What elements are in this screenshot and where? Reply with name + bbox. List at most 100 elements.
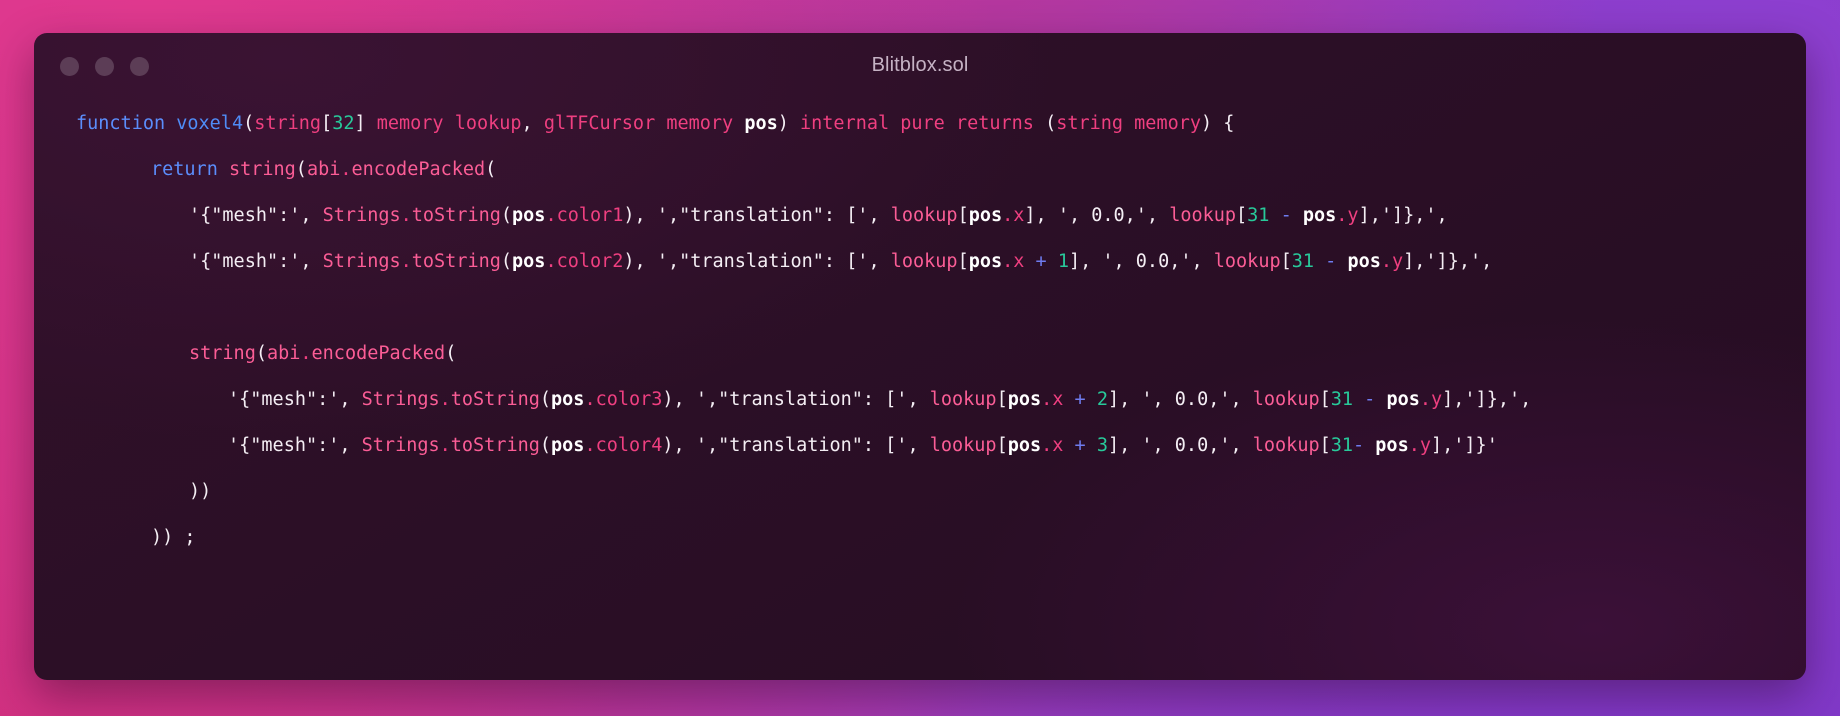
code-token-str: ],']}' [1431, 435, 1498, 456]
code-token-num: 31 [1330, 389, 1354, 410]
code-token-var: pos [1007, 389, 1042, 410]
code-token-ident: lookup [1252, 389, 1320, 410]
code-token-str: ',"translation": [', [656, 251, 891, 272]
code-token-ident: lookup [929, 389, 997, 410]
code-token-ident: lookup [890, 205, 958, 226]
code-token-ident: abi [306, 159, 341, 180]
code-token-ident: lookup [1252, 435, 1320, 456]
code-token-ident: string [228, 159, 296, 180]
code-token-str: ],']},', [1358, 205, 1448, 226]
code-token-var: pos [1375, 435, 1409, 456]
code-line: '{"mesh":', Strings.toString(pos.color4)… [34, 423, 1806, 469]
code-token-punct: ( [500, 205, 513, 226]
code-token-ident: lookup [890, 251, 958, 272]
code-token-op: + [1074, 435, 1086, 456]
code-token-ident: Strings [322, 251, 401, 272]
code-token-num: 3 [1096, 435, 1108, 456]
code-token-var: pos [1347, 251, 1381, 272]
code-token-fn: voxel4 [176, 113, 244, 134]
code-token-ident: lookup [1213, 251, 1281, 272]
window-titlebar: Blitblox.sol [34, 33, 1806, 101]
code-token-type: glTFCursor memory [532, 113, 745, 134]
code-token-prop: . [400, 251, 412, 272]
code-token-ident: toString [411, 251, 501, 272]
code-token-type: string [254, 113, 322, 134]
code-token-ident: toString [450, 435, 540, 456]
code-token-op: + [1035, 251, 1047, 272]
code-token-punct: [ [996, 389, 1008, 410]
code-token-type: internal pure returns [788, 113, 1046, 134]
code-editor[interactable]: function voxel4(string[32] memory lookup… [34, 101, 1806, 561]
code-token-punct: ) [777, 113, 789, 134]
code-token-kw: function [76, 113, 166, 134]
code-token-prop: .color3 [584, 389, 663, 410]
code-token-num: 1 [1057, 251, 1069, 272]
code-token-prop: .y [1336, 205, 1359, 226]
code-line: )) ; [34, 515, 1806, 561]
code-token-punct: ), [623, 251, 657, 272]
code-token-prop: . [439, 435, 451, 456]
code-token-str: ],']},', [1403, 251, 1493, 272]
code-token-str: '{"mesh":', [228, 389, 362, 410]
code-token-ident: string [189, 343, 256, 364]
code-token-ident: toString [450, 389, 540, 410]
code-token-op: - [1280, 205, 1292, 226]
code-token-str: ], ', 0.0,', [1107, 435, 1253, 456]
code-token-punct: ( [500, 251, 513, 272]
code-token-prop: .color1 [545, 205, 624, 226]
code-token-op: - [1325, 251, 1337, 272]
code-token-punct: ), [662, 435, 696, 456]
code-token-op: + [1074, 389, 1086, 410]
code-token-var: pos [1302, 205, 1337, 226]
code-token-var: pos [968, 205, 1003, 226]
code-token-str: '{"mesh":', [228, 435, 362, 456]
code-token-punct: ( [243, 113, 255, 134]
code-token-punct: [ [996, 435, 1008, 456]
code-token-str: ],']},', [1442, 389, 1532, 410]
code-token-var: pos [551, 389, 585, 410]
code-token-num: 32 [332, 113, 355, 134]
code-token-str: ',"translation": [', [695, 435, 930, 456]
code-token-str: ',"translation": [', [695, 389, 930, 410]
code-token-num: 31 [1291, 251, 1315, 272]
code-token-punct: ( [445, 343, 457, 364]
code-token-prop: . [400, 205, 412, 226]
code-token-var: pos [512, 205, 546, 226]
code-token-ident: encodePacked [311, 343, 446, 364]
code-token-str: ',"translation": [', [656, 205, 891, 226]
code-token-prop: .y [1380, 251, 1404, 272]
code-token-var: pos [512, 251, 546, 272]
code-token-ident: abi [266, 343, 301, 364]
code-token-punct: ] [354, 113, 366, 134]
code-token-prop: .y [1419, 389, 1443, 410]
desktop-backdrop: Blitblox.sol function voxel4(string[32] … [0, 0, 1840, 716]
code-token-punct: [ [321, 113, 333, 134]
code-token-prop: .x [1002, 205, 1025, 226]
code-window: Blitblox.sol function voxel4(string[32] … [34, 33, 1806, 680]
code-token-prop: .x [1002, 251, 1025, 272]
code-token-str: ], ', 0.0,', [1107, 389, 1253, 410]
code-token-var: pos [744, 113, 778, 134]
code-token-punct: [ [1319, 389, 1331, 410]
code-token-prop: .x [1041, 389, 1064, 410]
code-token-op: - [1364, 389, 1376, 410]
code-token-ident: Strings [361, 435, 440, 456]
code-token-ident: toString [411, 205, 501, 226]
code-token-var: pos [551, 435, 585, 456]
window-title: Blitblox.sol [871, 54, 969, 76]
code-token-punct: ( [485, 159, 497, 180]
code-token-punct: [ [1236, 205, 1248, 226]
code-token-var: pos [1007, 435, 1042, 456]
